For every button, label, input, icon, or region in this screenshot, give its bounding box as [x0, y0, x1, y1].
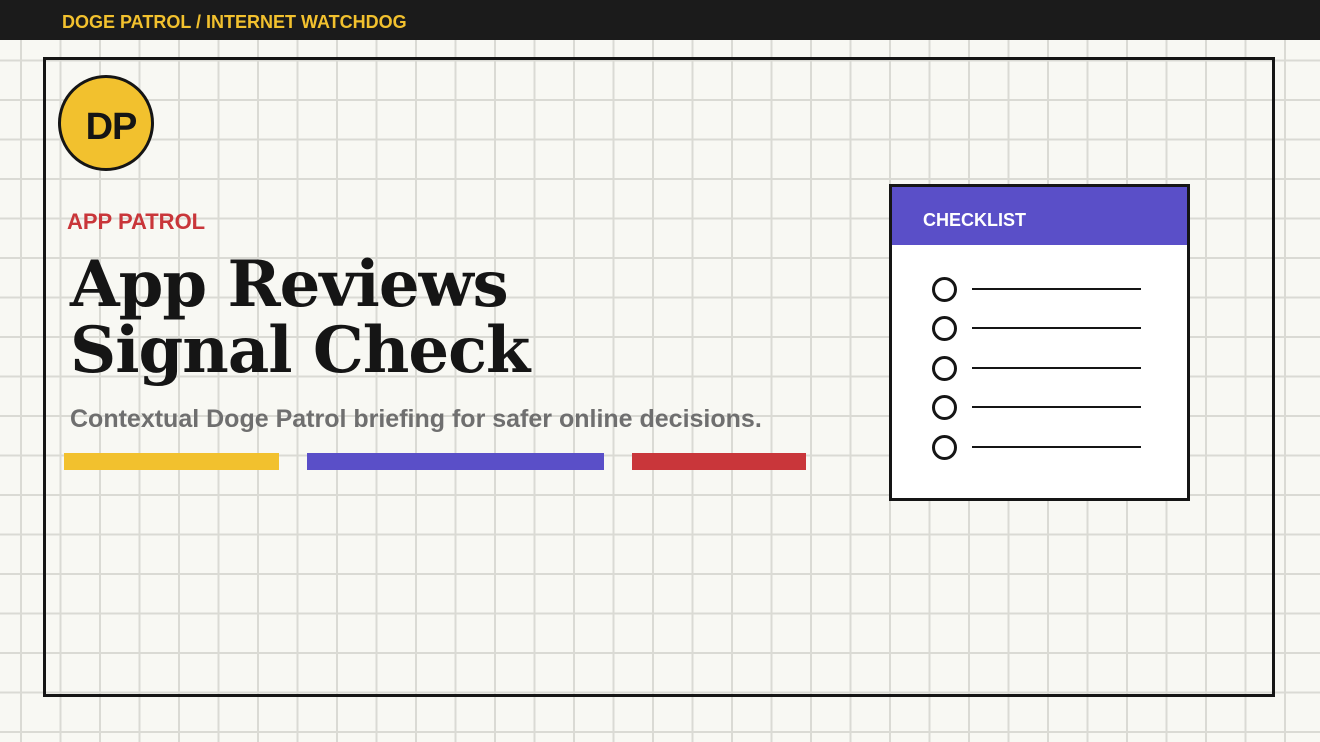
checklist-item-line [972, 446, 1141, 448]
top-bar: DOGE PATROL / INTERNET WATCHDOG [0, 0, 1320, 40]
logo-initials: DP [85, 106, 138, 148]
subtitle: Contextual Doge Patrol briefing for safe… [70, 405, 762, 433]
checklist-item-line [972, 288, 1141, 290]
site-title: DOGE PATROL / INTERNET WATCHDOG [62, 12, 407, 32]
checkbox-circle-icon [932, 277, 957, 302]
accent-bar-blue [307, 453, 604, 470]
page-title-line-1: App Reviews [70, 247, 509, 322]
checklist-item [932, 395, 1142, 421]
checkbox-circle-icon [932, 395, 957, 420]
accent-bar-yellow [64, 453, 279, 470]
checklist-card: CHECKLIST [889, 184, 1190, 501]
category-label: APP PATROL [67, 209, 206, 234]
checklist-item [932, 277, 1142, 303]
page-title-line-2: Signal Check [70, 313, 530, 388]
checklist-item [932, 435, 1142, 461]
checkbox-circle-icon [932, 356, 957, 381]
checkbox-circle-icon [932, 316, 957, 341]
checklist-item-line [972, 406, 1141, 408]
checkbox-circle-icon [932, 435, 957, 460]
checklist-item [932, 356, 1142, 382]
checklist-item-line [972, 327, 1141, 329]
checklist-title: CHECKLIST [923, 210, 1026, 230]
accent-bar-red [632, 453, 806, 470]
checklist-item-line [972, 367, 1141, 369]
checklist-item [932, 316, 1142, 342]
logo-badge: DP [58, 75, 154, 171]
checklist-header: CHECKLIST [892, 187, 1187, 245]
page-title: App Reviews Signal Check [70, 247, 530, 388]
